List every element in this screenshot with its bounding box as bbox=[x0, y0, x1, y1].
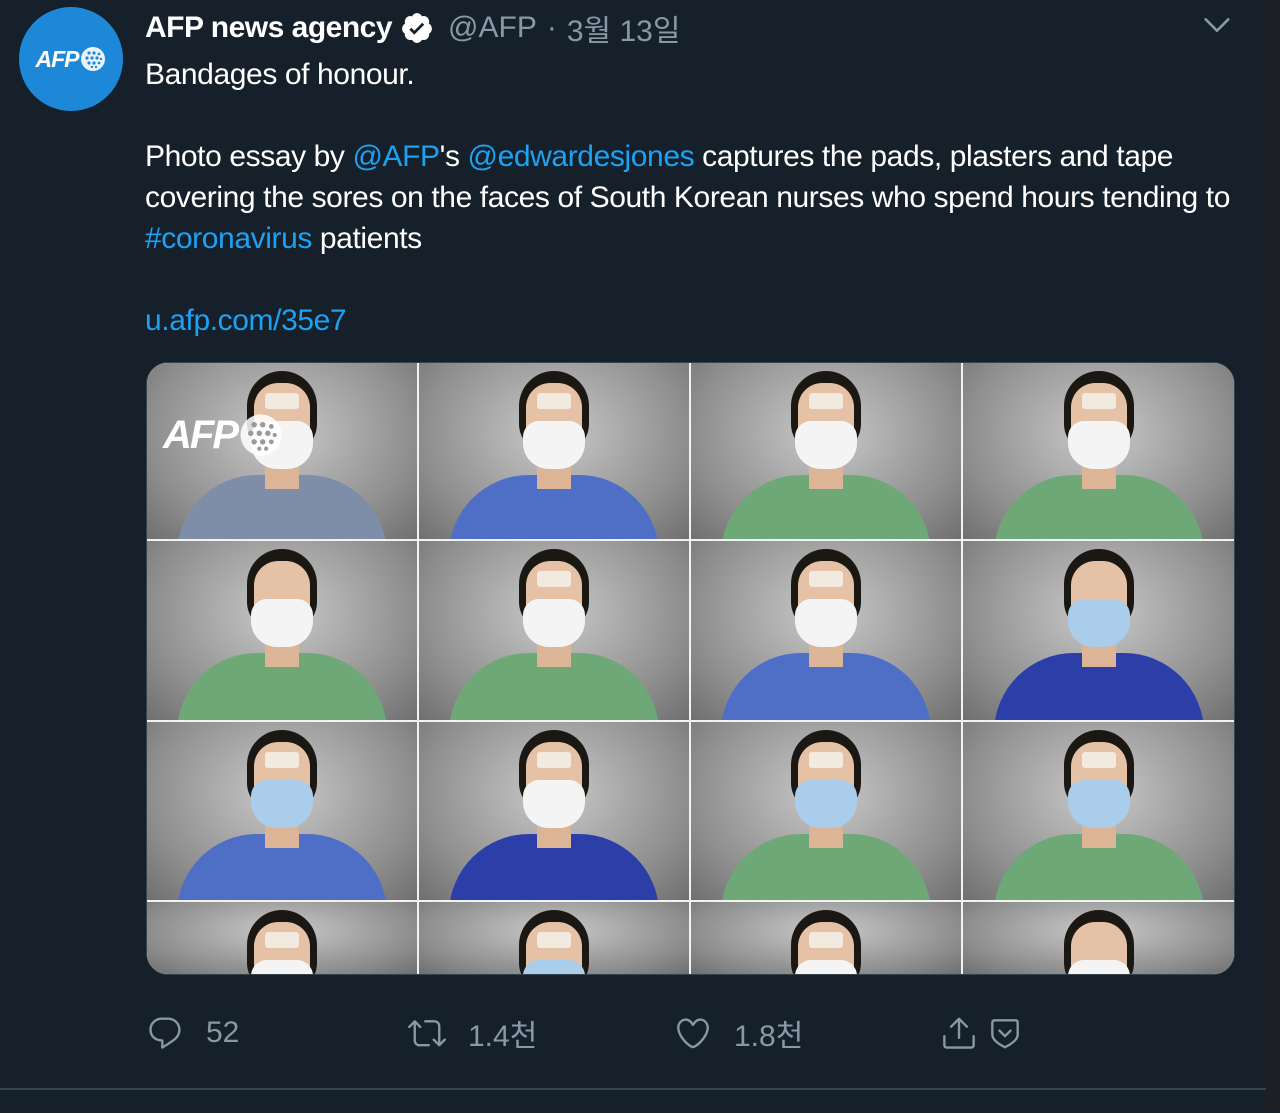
reply-button[interactable]: 52 bbox=[146, 1008, 239, 1058]
face-mask bbox=[523, 780, 585, 828]
tweet-date[interactable]: 3월 13일 bbox=[567, 6, 681, 50]
forehead-bandage bbox=[809, 752, 843, 768]
retweet-count: 1.4천 bbox=[468, 1020, 538, 1053]
mention-afp-link[interactable]: @AFP bbox=[352, 140, 440, 173]
forehead-bandage bbox=[537, 932, 571, 948]
like-icon bbox=[677, 1018, 709, 1049]
face-mask bbox=[1067, 960, 1130, 974]
tweet-text-paragraph: Photo essay by @AFP's @edwardesjones cap… bbox=[145, 136, 1235, 259]
photo-cell[interactable] bbox=[963, 541, 1234, 720]
afp-watermark: AFP bbox=[163, 411, 285, 459]
text-segment: 's bbox=[439, 140, 468, 173]
photo-cell[interactable] bbox=[691, 722, 961, 900]
face-mask bbox=[523, 599, 585, 647]
face-mask bbox=[1067, 599, 1130, 647]
forehead-bandage bbox=[809, 932, 843, 948]
forehead-bandage bbox=[809, 393, 843, 409]
forehead-bandage bbox=[537, 393, 571, 409]
face-mask bbox=[251, 780, 313, 828]
globe-dots-icon bbox=[240, 414, 282, 456]
photo-cell[interactable] bbox=[419, 722, 689, 900]
photo-cell[interactable] bbox=[691, 902, 961, 974]
verified-badge-icon bbox=[402, 13, 432, 43]
face-mask bbox=[795, 780, 857, 828]
photo-cell[interactable] bbox=[419, 363, 689, 539]
photo-cell[interactable] bbox=[419, 902, 689, 974]
face-mask bbox=[251, 960, 313, 974]
photo-cell[interactable] bbox=[691, 541, 961, 720]
share-button[interactable] bbox=[940, 1008, 978, 1058]
avatar[interactable]: AFP bbox=[19, 7, 123, 111]
hashtag-coronavirus-link[interactable]: #coronavirus bbox=[145, 222, 312, 255]
face-mask bbox=[795, 421, 857, 469]
face-mask bbox=[523, 421, 585, 469]
tweet[interactable]: AFP AFP news agency @AFP · 3월 13일 Bandag bbox=[0, 0, 1266, 1089]
display-name[interactable]: AFP news agency bbox=[145, 11, 393, 45]
share-icon bbox=[943, 1017, 975, 1049]
photo-cell[interactable] bbox=[147, 902, 417, 974]
like-count: 1.8천 bbox=[734, 1020, 804, 1053]
tweet-media[interactable]: AFP bbox=[146, 362, 1235, 975]
photo-cell[interactable] bbox=[419, 541, 689, 720]
face-mask bbox=[523, 960, 585, 974]
photo-cell[interactable] bbox=[963, 902, 1234, 974]
forehead-bandage bbox=[1081, 393, 1116, 409]
mention-edwardesjones-link[interactable]: @edwardesjones bbox=[468, 140, 695, 173]
face-mask bbox=[251, 599, 313, 647]
next-tweet-divider bbox=[0, 1089, 1266, 1113]
avatar-logo-text: AFP bbox=[35, 45, 80, 72]
tweet-text-line: Bandages of honour. bbox=[145, 58, 415, 91]
forehead-bandage bbox=[537, 752, 571, 768]
forehead-bandage bbox=[809, 571, 843, 587]
tweet-actions: 52 1.4천 1.8천 bbox=[146, 1008, 1046, 1058]
forehead-bandage bbox=[265, 932, 299, 948]
photo-cell[interactable] bbox=[147, 541, 417, 720]
photo-cell[interactable] bbox=[963, 722, 1234, 900]
photo-grid bbox=[147, 363, 1234, 974]
save-icon bbox=[991, 1019, 1019, 1049]
photo-cell[interactable] bbox=[963, 363, 1234, 539]
watermark-text: AFP bbox=[163, 412, 239, 457]
face-mask bbox=[795, 960, 857, 974]
separator-dot: · bbox=[546, 11, 557, 44]
forehead-bandage bbox=[265, 393, 299, 409]
external-url-link[interactable]: u.afp.com/35e7 bbox=[145, 304, 347, 337]
photo-cell[interactable] bbox=[691, 363, 961, 539]
text-segment: patients bbox=[311, 222, 422, 255]
forehead-bandage bbox=[1081, 752, 1116, 768]
retweet-icon bbox=[408, 1020, 446, 1047]
globe-dots-icon bbox=[80, 47, 105, 71]
tweet-header: AFP news agency @AFP · 3월 13일 bbox=[145, 8, 680, 48]
afp-logo: AFP bbox=[36, 45, 107, 73]
like-button[interactable]: 1.8천 bbox=[674, 1008, 803, 1058]
face-mask bbox=[1067, 780, 1130, 828]
reply-count: 52 bbox=[206, 1016, 240, 1049]
forehead-bandage bbox=[537, 571, 571, 587]
scrollbar[interactable] bbox=[1266, 0, 1280, 1112]
photo-cell[interactable] bbox=[147, 722, 417, 900]
handle[interactable]: @AFP bbox=[448, 11, 537, 45]
tweet-text: Bandages of honour. Photo essay by @AFP'… bbox=[145, 54, 1235, 341]
face-mask bbox=[795, 599, 857, 647]
save-button[interactable] bbox=[986, 1008, 1024, 1058]
face-mask bbox=[1067, 421, 1130, 469]
reply-icon bbox=[149, 1017, 181, 1049]
chevron-down-icon[interactable] bbox=[1200, 8, 1234, 42]
text-segment: Photo essay by bbox=[145, 140, 353, 173]
retweet-button[interactable]: 1.4천 bbox=[408, 1008, 537, 1058]
forehead-bandage bbox=[265, 752, 299, 768]
